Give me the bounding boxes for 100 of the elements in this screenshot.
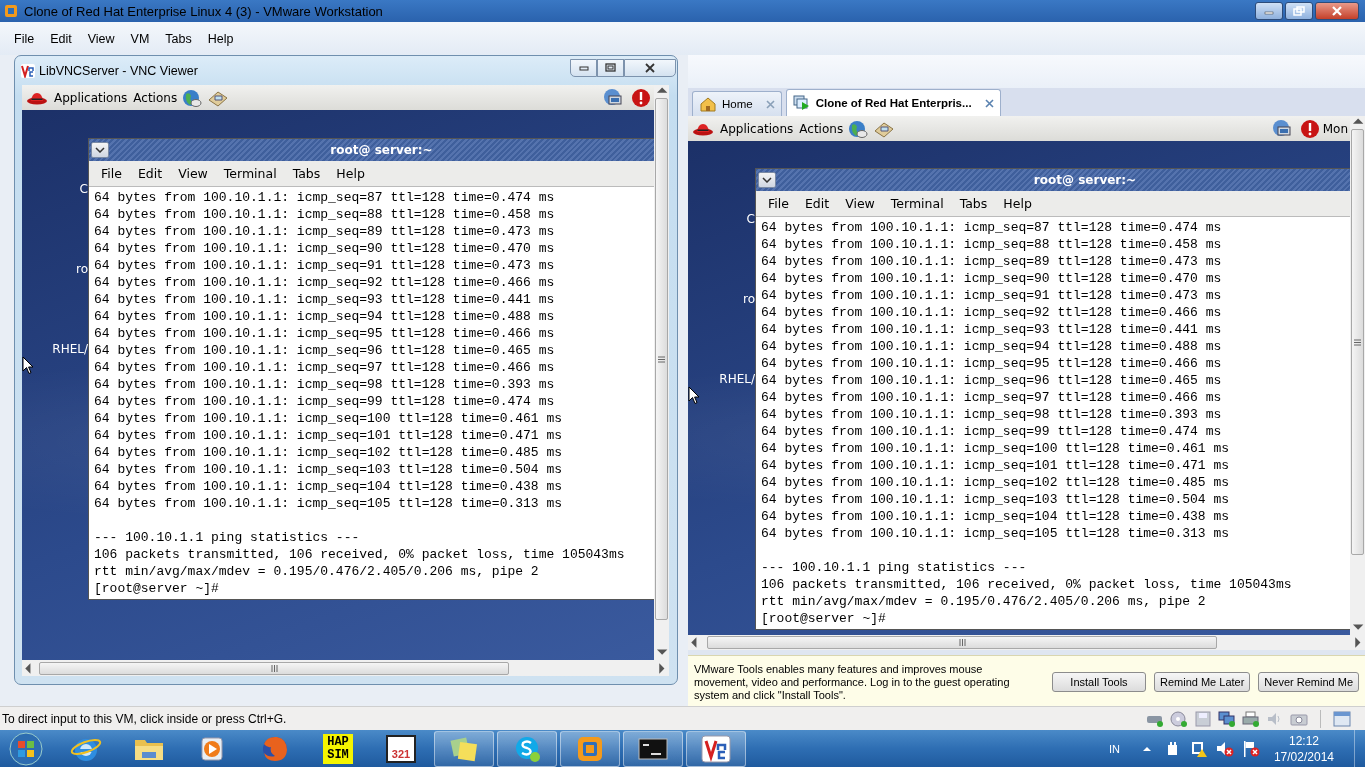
minimize-button[interactable] [1255, 2, 1283, 20]
terminal-line: 64 bytes from 100.10.1.1: icmp_seq=91 ttl=128 time=0.473 ms [761, 287, 1223, 304]
close-button[interactable] [624, 58, 676, 77]
menu-item[interactable]: Help [328, 166, 373, 181]
message-button[interactable]: Remind Me Later [1154, 672, 1251, 692]
vnc-logo-icon [698, 733, 734, 764]
desktop-icon-label[interactable]: ro [76, 262, 88, 276]
vm-play-icon [792, 95, 811, 111]
menu-item[interactable]: Tabs [157, 31, 200, 46]
panel-menu[interactable]: Actions [799, 121, 844, 136]
network-computer-icon[interactable] [1270, 118, 1293, 139]
terminal-line: 64 bytes from 100.10.1.1: icmp_seq=88 ttl=128 time=0.458 ms [761, 236, 1223, 253]
menu-item[interactable]: Terminal [882, 196, 952, 211]
panel-label[interactable]: Mon [1322, 121, 1348, 136]
menu-item[interactable]: Edit [42, 31, 80, 46]
terminal-line: 64 bytes from 100.10.1.1: icmp_seq=102 ttl=128 time=0.485 ms [94, 444, 564, 461]
globe-icon[interactable] [847, 118, 870, 139]
restore-button[interactable] [597, 58, 624, 77]
terminal-line: 64 bytes from 100.10.1.1: icmp_seq=92 ttl=128 time=0.466 ms [94, 274, 556, 291]
menu-item[interactable]: Tabs [284, 166, 329, 181]
tab[interactable]: Clone of Red Hat Enterpris... [785, 89, 1001, 116]
flag-error-icon[interactable] [1241, 739, 1260, 758]
menu-item[interactable]: Edit [129, 166, 171, 181]
vertical-scrollbar[interactable] [654, 85, 669, 660]
close-icon [644, 62, 656, 73]
menu-item[interactable]: File [6, 31, 43, 46]
taskbar-button[interactable]: HAP SIM [308, 730, 368, 767]
language-indicator[interactable]: IN [1108, 742, 1120, 755]
terminal-line: [root@server ~]# [94, 580, 220, 597]
grip-icon[interactable] [270, 664, 278, 672]
terminal-line: 64 bytes from 100.10.1.1: icmp_seq=105 ttl=128 time=0.313 ms [761, 525, 1231, 542]
desktop-icon-label[interactable]: ro [743, 292, 755, 306]
terminal-line: 64 bytes from 100.10.1.1: icmp_seq=104 ttl=128 time=0.438 ms [761, 508, 1231, 525]
terminal-line: 64 bytes from 100.10.1.1: icmp_seq=90 ttl=128 time=0.470 ms [94, 240, 556, 257]
terminal-line: 106 packets transmitted, 106 received, 0% packet loss, time 105043ms [94, 546, 626, 563]
restore-button[interactable] [1285, 2, 1313, 20]
vertical-scrollbar[interactable] [1350, 116, 1365, 635]
menu-item[interactable]: Help [995, 196, 1040, 211]
terminal-line: 64 bytes from 100.10.1.1: icmp_seq=99 ttl=128 time=0.474 ms [761, 423, 1223, 440]
menu-item[interactable]: View [170, 166, 216, 181]
minimize-button[interactable] [570, 58, 597, 77]
clock[interactable]: 12:12 17/02/2014 [1273, 732, 1334, 765]
start-button[interactable] [6, 731, 46, 766]
window-menu-button[interactable] [91, 142, 109, 158]
terminal-line: 64 bytes from 100.10.1.1: icmp_seq=105 ttl=128 time=0.313 ms [94, 495, 564, 512]
terminal-line: 64 bytes from 100.10.1.1: icmp_seq=89 ttl=128 time=0.473 ms [94, 223, 556, 240]
message-button[interactable]: Install Tools [1052, 672, 1146, 692]
taskbar-button[interactable] [623, 730, 683, 767]
terminal-line: 64 bytes from 100.10.1.1: icmp_seq=94 ttl=128 time=0.488 ms [94, 308, 556, 325]
terminal-line: 64 bytes from 100.10.1.1: icmp_seq=98 ttl=128 time=0.393 ms [761, 406, 1223, 423]
grip-icon[interactable] [1354, 338, 1361, 346]
menu-item[interactable]: View [79, 31, 123, 46]
taskbar-button[interactable]: 321 [371, 730, 431, 767]
grip-icon[interactable] [958, 639, 966, 646]
network-warning-icon[interactable] [1189, 739, 1208, 758]
menu-item[interactable]: VM [122, 31, 158, 46]
message-button[interactable]: Never Remind Me [1258, 672, 1359, 692]
terminal-line: 64 bytes from 100.10.1.1: icmp_seq=88 ttl=128 time=0.458 ms [94, 206, 556, 223]
clapperboard-icon: 321 [386, 734, 416, 763]
terminal-line: --- 100.10.1.1 ping statistics --- [94, 529, 361, 546]
desktop-icon-label[interactable]: C [746, 212, 755, 226]
menu-item[interactable]: File [760, 196, 797, 211]
horizontal-scrollbar[interactable] [22, 660, 669, 676]
disc-icon[interactable] [1170, 710, 1188, 727]
menu-item[interactable]: File [93, 166, 130, 181]
alert-icon[interactable] [630, 87, 652, 108]
desktop-icon-label[interactable]: C [79, 182, 88, 196]
close-button[interactable] [1315, 2, 1359, 20]
terminal-line: 64 bytes from 100.10.1.1: icmp_seq=99 ttl=128 time=0.474 ms [94, 393, 556, 410]
terminal-line: --- 100.10.1.1 ping statistics --- [761, 559, 1028, 576]
message-log-icon[interactable] [1333, 710, 1351, 727]
status-text: To direct input to this VM, click inside or press Ctrl+G. [2, 711, 287, 726]
menu-item[interactable]: Tabs [951, 196, 996, 211]
terminal-line: 64 bytes from 100.10.1.1: icmp_seq=90 ttl=128 time=0.470 ms [761, 270, 1223, 287]
window-title: root@ server:~ [1032, 173, 1138, 187]
network-computer-icon[interactable] [602, 87, 624, 108]
desktop-icon-label[interactable]: RHEL/ [52, 342, 88, 356]
tab[interactable]: Home [692, 91, 782, 116]
menu-item[interactable]: Edit [796, 196, 838, 211]
menu-item[interactable]: Terminal [215, 166, 285, 181]
panel-menu[interactable]: Applications [720, 121, 794, 136]
taskbar-button[interactable] [497, 730, 557, 767]
terminal-line: 64 bytes from 100.10.1.1: icmp_seq=89 ttl=128 time=0.473 ms [761, 253, 1223, 270]
horizontal-scrollbar[interactable] [688, 635, 1365, 650]
restore-icon [605, 63, 616, 72]
menu-item[interactable]: View [837, 196, 883, 211]
grip-icon[interactable] [658, 355, 665, 363]
taskbar-button[interactable] [686, 730, 746, 767]
terminal-line: 64 bytes from 100.10.1.1: icmp_seq=87 ttl=128 time=0.474 ms [761, 219, 1223, 236]
printer-icon[interactable] [1242, 710, 1260, 727]
panel-menu[interactable]: Applications [54, 90, 128, 105]
vnc-logo-icon [21, 63, 35, 78]
globe-icon[interactable] [181, 87, 204, 108]
alert-icon[interactable] [1298, 118, 1321, 139]
network-icon[interactable] [1218, 710, 1236, 727]
close-icon[interactable] [984, 98, 994, 108]
desktop-icon-label[interactable]: RHEL/ [719, 372, 755, 386]
window-menu-button[interactable] [758, 172, 776, 188]
panel-menu[interactable]: Actions [133, 90, 178, 105]
menu-item[interactable]: Help [199, 31, 242, 46]
